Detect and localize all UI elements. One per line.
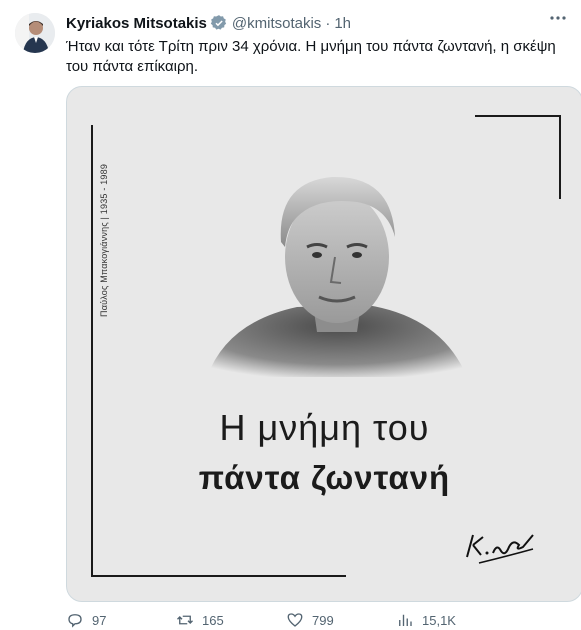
portrait-photo xyxy=(207,176,467,377)
signature-icon xyxy=(466,534,534,564)
heart-icon xyxy=(287,613,303,627)
views-button[interactable]: 15,1K xyxy=(396,610,506,630)
retweet-icon xyxy=(177,615,193,625)
tweet-text: Ήταν και τότε Τρίτη πριν 34 χρόνια. Η μν… xyxy=(66,38,556,75)
retweet-count: 165 xyxy=(202,612,224,628)
vertical-caption: Παύλος Μπακογιάννης | 1935 - 1989 xyxy=(99,163,109,317)
reply-icon xyxy=(68,614,82,628)
headline-line-1: Η μνήμη του xyxy=(219,407,430,448)
verified-badge-icon xyxy=(210,14,228,32)
frame-corner-right xyxy=(559,115,561,199)
reply-button[interactable]: 97 xyxy=(66,610,176,630)
like-count: 799 xyxy=(312,612,334,628)
views-count: 15,1K xyxy=(422,612,456,628)
tweet: Kyriakos Mitsotakis @kmitsotakis · 1h Ήτ… xyxy=(0,0,581,628)
headline-line-2: πάντα ζωντανή xyxy=(198,459,451,496)
more-options-icon[interactable] xyxy=(545,10,571,30)
tweet-image[interactable]: Παύλος Μπακογιάννης | 1935 - 1989 Η μνήμ… xyxy=(66,86,581,602)
frame-line-left xyxy=(91,125,93,577)
like-button[interactable]: 799 xyxy=(286,610,396,630)
author-name[interactable]: Kyriakos Mitsotakis xyxy=(66,15,207,32)
reply-count: 97 xyxy=(92,612,107,628)
frame-corner-top xyxy=(475,115,561,117)
frame-line-bottom xyxy=(91,575,346,577)
views-icon xyxy=(399,614,412,626)
avatar[interactable] xyxy=(15,13,55,53)
tweet-header: Kyriakos Mitsotakis @kmitsotakis · 1h xyxy=(66,13,351,33)
author-handle[interactable]: @kmitsotakis xyxy=(232,15,321,32)
tweet-timestamp[interactable]: 1h xyxy=(334,15,351,32)
retweet-button[interactable]: 165 xyxy=(176,610,286,630)
tweet-actions: 97 165 799 15,1K xyxy=(66,610,571,630)
separator-dot: · xyxy=(325,14,331,32)
